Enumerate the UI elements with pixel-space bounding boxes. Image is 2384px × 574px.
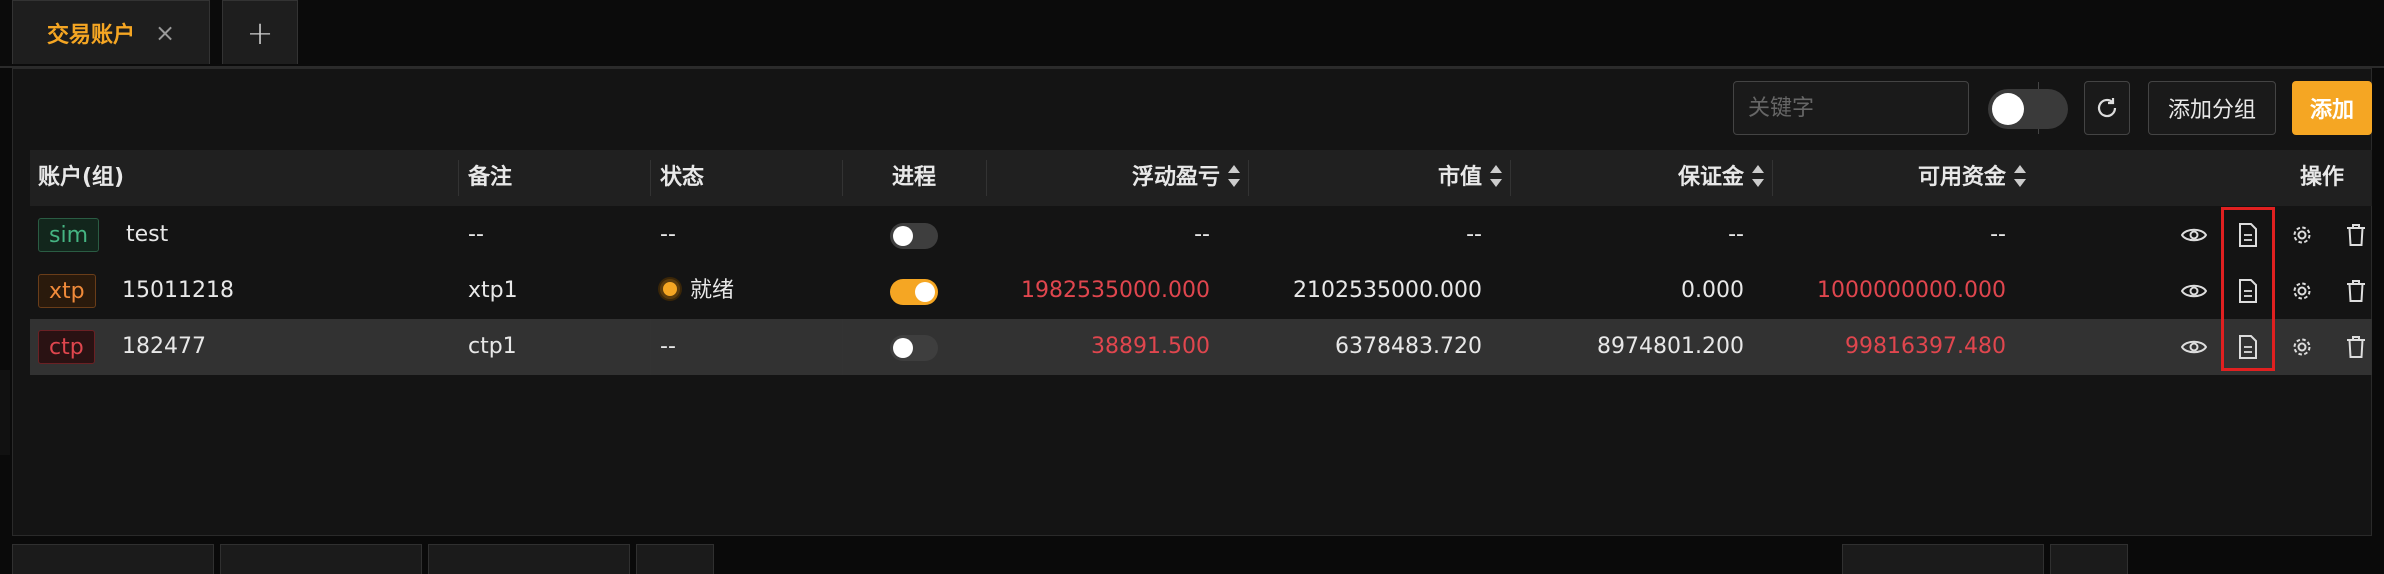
gear-icon[interactable] bbox=[2288, 221, 2316, 249]
header-account: 账户(组) bbox=[38, 165, 125, 190]
table-header: 账户(组) 备注 状态 进程 浮动盈亏 市值 保证金 可用资金 操作 bbox=[30, 150, 2372, 206]
market-value-cell: 6378483.720 bbox=[1335, 334, 1482, 359]
table-row[interactable]: ctp 182477 ctp1 -- 38891.500 6378483.720… bbox=[30, 319, 2372, 375]
market-value-cell: -- bbox=[1466, 222, 1482, 247]
status-cell: 就绪 bbox=[660, 263, 734, 319]
add-group-button[interactable]: 添加分组 bbox=[2148, 81, 2276, 135]
sort-icon[interactable] bbox=[2014, 165, 2026, 187]
margin-cell: 8974801.200 bbox=[1597, 334, 1744, 359]
header-margin[interactable]: 保证金 bbox=[1510, 150, 1764, 206]
tab-bar bbox=[0, 0, 2384, 68]
header-available[interactable]: 可用资金 bbox=[1772, 150, 2026, 206]
sort-icon[interactable] bbox=[1228, 165, 1240, 187]
toggle-knob bbox=[893, 226, 913, 246]
sort-icon[interactable] bbox=[1752, 165, 1764, 187]
column-divider bbox=[650, 319, 651, 375]
column-divider bbox=[842, 319, 843, 375]
panel-edge bbox=[0, 370, 10, 455]
global-toggle[interactable] bbox=[1988, 89, 2068, 129]
tab-label: 交易账户 bbox=[47, 22, 136, 48]
table-row[interactable]: xtp 15011218 xtp1 就绪 1982535000.000 2102… bbox=[30, 263, 2372, 319]
account-id: 182477 bbox=[122, 334, 206, 359]
gear-icon[interactable] bbox=[2288, 277, 2316, 305]
add-tab-button[interactable]: + bbox=[222, 0, 298, 64]
process-toggle[interactable] bbox=[890, 223, 938, 249]
refresh-button[interactable] bbox=[2084, 81, 2130, 135]
column-divider bbox=[650, 160, 651, 196]
eye-icon[interactable] bbox=[2180, 333, 2208, 361]
table-row[interactable]: sim test -- -- -- -- -- -- bbox=[30, 207, 2372, 263]
market-value-cell: 2102535000.000 bbox=[1293, 278, 1482, 303]
refresh-icon bbox=[2097, 98, 2117, 118]
account-id: 15011218 bbox=[122, 278, 234, 303]
header-float-pnl[interactable]: 浮动盈亏 bbox=[986, 150, 1240, 206]
header-actions: 操作 bbox=[2300, 165, 2345, 190]
remark-cell: -- bbox=[468, 222, 484, 247]
trash-icon[interactable] bbox=[2342, 333, 2370, 361]
toggle-knob bbox=[893, 338, 913, 358]
toggle-knob bbox=[1992, 93, 2024, 125]
trash-icon[interactable] bbox=[2342, 221, 2370, 249]
plus-icon: + bbox=[246, 13, 274, 52]
highlight-box bbox=[2221, 207, 2275, 371]
account-type-badge: sim bbox=[38, 218, 100, 252]
sort-icon[interactable] bbox=[1490, 165, 1502, 187]
process-toggle[interactable] bbox=[890, 335, 938, 361]
header-remark: 备注 bbox=[468, 165, 513, 190]
bottom-tab[interactable] bbox=[220, 544, 422, 574]
eye-icon[interactable] bbox=[2180, 277, 2208, 305]
status-cell: -- bbox=[660, 222, 676, 247]
account-type-badge: xtp bbox=[38, 274, 96, 308]
margin-cell: -- bbox=[1728, 222, 1744, 247]
float-pnl-cell: -- bbox=[1194, 222, 1210, 247]
status-dot-icon bbox=[660, 279, 680, 299]
column-divider bbox=[458, 160, 459, 196]
float-pnl-cell: 38891.500 bbox=[1091, 334, 1210, 359]
header-process: 进程 bbox=[891, 165, 936, 190]
header-status: 状态 bbox=[660, 165, 705, 190]
remark-cell: ctp1 bbox=[468, 334, 517, 359]
close-icon[interactable]: × bbox=[155, 21, 175, 45]
available-cell: 1000000000.000 bbox=[1817, 278, 2006, 303]
toggle-knob bbox=[915, 282, 935, 302]
add-account-button[interactable]: 添加 bbox=[2292, 81, 2372, 135]
float-pnl-cell: 1982535000.000 bbox=[1021, 278, 1210, 303]
gear-icon[interactable] bbox=[2288, 333, 2316, 361]
eye-icon[interactable] bbox=[2180, 221, 2208, 249]
bottom-tab[interactable] bbox=[1842, 544, 2044, 574]
bottom-tab[interactable] bbox=[2050, 544, 2128, 574]
available-cell: 99816397.480 bbox=[1845, 334, 2006, 359]
margin-cell: 0.000 bbox=[1681, 278, 1744, 303]
available-cell: -- bbox=[1990, 222, 2006, 247]
bottom-tab[interactable] bbox=[636, 544, 714, 574]
bottom-tab[interactable] bbox=[428, 544, 630, 574]
status-cell: -- bbox=[660, 334, 676, 359]
bottom-tab[interactable] bbox=[12, 544, 214, 574]
account-type-badge: ctp bbox=[38, 330, 95, 364]
account-id: test bbox=[126, 222, 169, 247]
trash-icon[interactable] bbox=[2342, 277, 2370, 305]
tab-trading-accounts[interactable]: 交易账户 × bbox=[12, 0, 210, 64]
remark-cell: xtp1 bbox=[468, 278, 518, 303]
search-box bbox=[1733, 81, 2060, 135]
header-market-value[interactable]: 市值 bbox=[1248, 150, 1502, 206]
process-toggle[interactable] bbox=[890, 279, 938, 305]
